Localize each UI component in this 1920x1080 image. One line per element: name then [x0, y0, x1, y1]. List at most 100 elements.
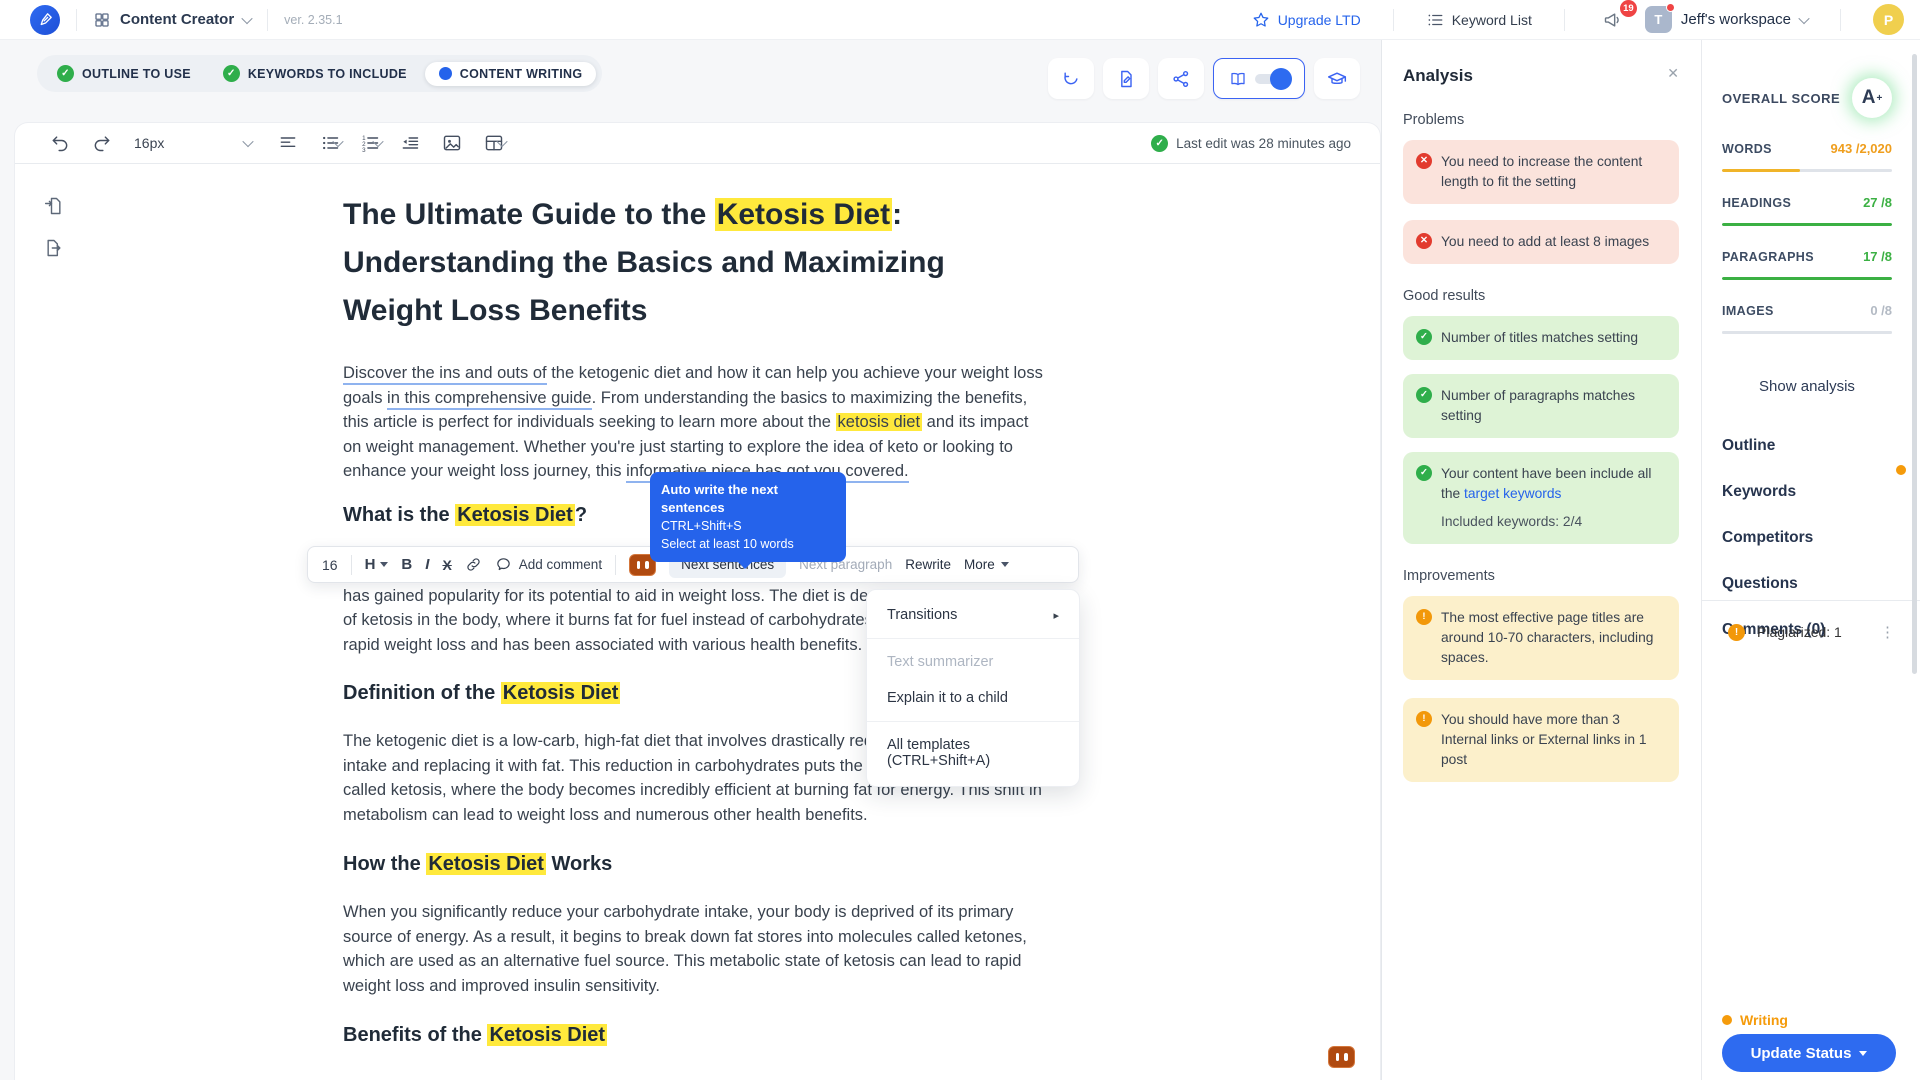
menu-item-all-templates[interactable]: All templates (CTRL+Shift+A) — [867, 727, 1079, 779]
toggle-switch[interactable] — [1255, 74, 1289, 84]
menu-divider — [867, 721, 1079, 722]
workflow-steps: ✓ OUTLINE TO USE ✓ KEYWORDS TO INCLUDE C… — [37, 55, 602, 92]
share-button[interactable] — [1158, 58, 1204, 99]
improvements-label: Improvements — [1403, 568, 1679, 584]
keyword-highlight: ketosis diet — [836, 413, 923, 431]
document-surface[interactable]: The Ultimate Guide to the Ketosis Diet: … — [15, 164, 1380, 1080]
more-button[interactable]: More — [964, 557, 1009, 572]
check-circle-icon: ✓ — [1416, 329, 1432, 345]
outdent-button[interactable] — [400, 133, 420, 153]
document-title: The Ultimate Guide to the Ketosis Diet: … — [343, 191, 1048, 335]
status-dot-icon — [1722, 1015, 1732, 1025]
error-circle-icon: ✕ — [1416, 153, 1432, 169]
good-results-label: Good results — [1403, 288, 1679, 304]
star-icon — [1252, 11, 1270, 29]
menu-item-transitions[interactable]: Transitions▸ — [867, 597, 1079, 633]
tooltip-title: Auto write the next sentences — [661, 481, 835, 517]
align-button[interactable] — [278, 133, 298, 153]
history-icon — [1061, 69, 1081, 89]
plagiarized-label: Plagiarized: 1 — [1757, 624, 1842, 640]
notification-badge: 19 — [1620, 0, 1637, 17]
quick-actions — [1048, 58, 1360, 99]
close-icon[interactable]: ✕ — [1667, 66, 1679, 80]
scrollbar-thumb[interactable] — [1912, 54, 1917, 674]
graduation-cap-icon — [1327, 69, 1347, 89]
sidebar-item-outline[interactable]: Outline — [1722, 437, 1892, 455]
improvement-card: ! The most effective page titles are aro… — [1403, 596, 1679, 680]
score-sidebar: OVERALL SCORE A+ WORDS943 /2,020 HEADING… — [1702, 40, 1920, 1080]
update-status-button[interactable]: Update Status — [1722, 1034, 1896, 1072]
document-draft-button[interactable] — [1103, 58, 1149, 99]
step-keywords-to-include[interactable]: ✓ KEYWORDS TO INCLUDE — [209, 60, 421, 87]
italic-button[interactable]: I — [425, 556, 429, 573]
intro-paragraph: Discover the ins and outs of the ketogen… — [343, 361, 1048, 484]
sidebar-item-keywords[interactable]: Keywords — [1722, 483, 1892, 501]
kebab-menu-icon[interactable]: ⋮ — [1880, 623, 1896, 641]
notification-dot — [1666, 3, 1675, 12]
last-edit-status: ✓ Last edit was 28 minutes ago — [1151, 135, 1351, 152]
main-area: ✓ OUTLINE TO USE ✓ KEYWORDS TO INCLUDE C… — [0, 40, 1920, 1080]
improvement-card: ! You should have more than 3 Internal l… — [1403, 698, 1679, 782]
grid-icon — [93, 11, 111, 29]
toggle-knob — [1270, 68, 1292, 90]
warning-circle-icon: ! — [1416, 609, 1432, 625]
included-keywords-count: Included keywords: 2/4 — [1441, 512, 1666, 532]
step-content-writing[interactable]: CONTENT WRITING — [425, 62, 597, 86]
divider — [1702, 600, 1920, 601]
add-comment-button[interactable]: Add comment — [495, 556, 602, 573]
good-result-card: ✓ Number of titles matches setting — [1403, 316, 1679, 360]
upgrade-button[interactable]: Upgrade LTD — [1252, 11, 1361, 29]
keyword-list-button[interactable]: Keyword List — [1426, 11, 1532, 29]
app-logo[interactable] — [30, 5, 60, 35]
heading-style-button[interactable]: H — [365, 556, 389, 573]
font-size-select[interactable]: 16px — [134, 135, 252, 151]
analysis-title: Analysis — [1403, 66, 1473, 86]
progress-bar — [1722, 277, 1892, 280]
step-outline-to-use[interactable]: ✓ OUTLINE TO USE — [43, 60, 205, 87]
font-size-value: 16px — [134, 135, 164, 151]
metric-images: IMAGES0 /8 — [1722, 303, 1892, 334]
sidebar-nav: Outline Keywords Competitors Questions C… — [1722, 437, 1892, 639]
problems-label: Problems — [1403, 112, 1679, 128]
book-icon — [1229, 70, 1247, 88]
sidebar-item-questions[interactable]: Questions — [1722, 575, 1892, 593]
user-avatar[interactable]: P — [1873, 4, 1904, 35]
bold-button[interactable]: B — [401, 556, 412, 573]
app-switcher[interactable]: Content Creator — [93, 11, 251, 29]
sidebar-item-competitors[interactable]: Competitors — [1722, 529, 1892, 547]
import-document-button[interactable] — [44, 196, 64, 216]
version-label: ver. 2.35.1 — [284, 13, 342, 27]
shortcut-tooltip: Auto write the next sentences CTRL+Shift… — [650, 472, 846, 562]
active-dot-icon — [439, 67, 452, 80]
overall-score-label: OVERALL SCORE — [1722, 91, 1840, 106]
step-label: OUTLINE TO USE — [82, 67, 191, 81]
rewrite-button[interactable]: Rewrite — [905, 557, 951, 572]
ai-assistant-button[interactable] — [1328, 1046, 1355, 1068]
more-dropdown-menu: Transitions▸ Text summarizer Explain it … — [866, 589, 1080, 787]
workspace-switcher[interactable]: T Jeff's workspace — [1645, 6, 1808, 33]
strikethrough-button[interactable]: X — [442, 557, 451, 573]
undo-button[interactable] — [50, 133, 70, 153]
notifications-button[interactable]: 19 — [1597, 6, 1629, 34]
menu-item-text-summarizer[interactable]: Text summarizer — [867, 644, 1079, 680]
tooltip-shortcut: CTRL+Shift+S — [661, 517, 835, 535]
redo-button[interactable] — [92, 133, 112, 153]
target-keywords-link[interactable]: target keywords — [1464, 486, 1561, 501]
list-icon — [1426, 11, 1444, 29]
progress-bar — [1722, 331, 1892, 334]
app-name: Content Creator — [120, 11, 234, 28]
divider — [267, 9, 268, 31]
reading-mode-toggle[interactable] — [1213, 58, 1305, 99]
link-button[interactable] — [465, 556, 482, 573]
top-bar: Content Creator ver. 2.35.1 Upgrade LTD … — [0, 0, 1920, 40]
font-size-value[interactable]: 16 — [322, 557, 338, 573]
show-analysis-link[interactable]: Show analysis — [1722, 378, 1892, 395]
menu-divider — [867, 638, 1079, 639]
menu-item-explain-child[interactable]: Explain it to a child — [867, 680, 1079, 716]
tutorial-button[interactable] — [1314, 58, 1360, 99]
comment-bubble-icon — [495, 556, 512, 573]
export-document-button[interactable] — [44, 238, 64, 258]
history-button[interactable] — [1048, 58, 1094, 99]
insert-image-button[interactable] — [442, 133, 462, 153]
heading-benefits: Benefits of the Ketosis Diet — [343, 1024, 1048, 1047]
